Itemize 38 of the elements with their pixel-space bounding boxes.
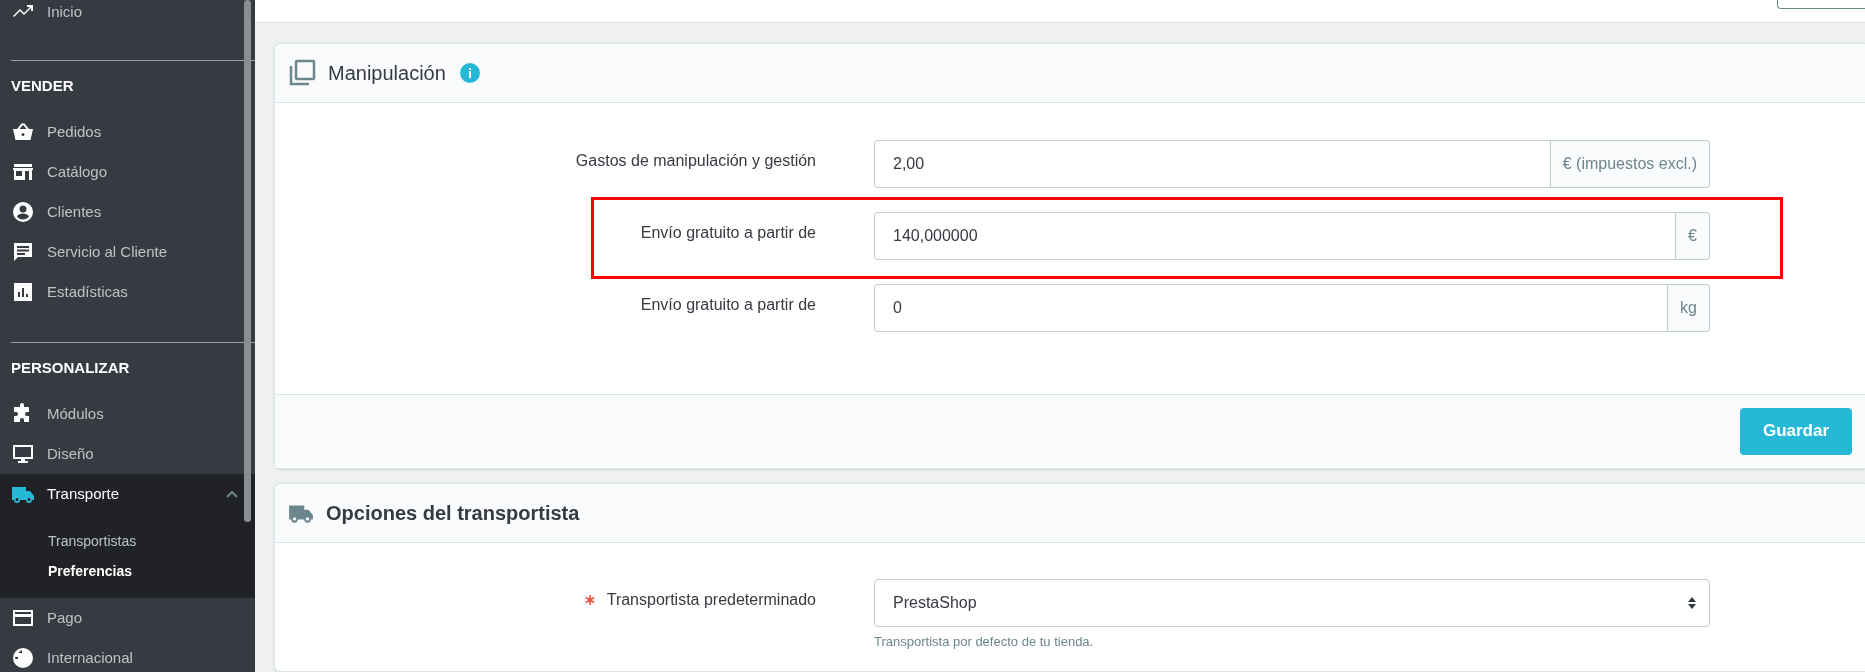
- field-label: Gastos de manipulación y gestión: [575, 150, 816, 171]
- text-input[interactable]: 2,00: [874, 139, 1551, 188]
- text-input[interactable]: 140,000000: [874, 211, 1677, 260]
- scrollbar-thumb[interactable]: [244, 0, 251, 522]
- sidebar-item[interactable]: Internacional: [0, 638, 255, 672]
- sidebar-item[interactable]: Clientes: [0, 192, 255, 232]
- field-label: Transportista predeterminado: [606, 589, 816, 610]
- chat-icon: [11, 240, 35, 264]
- submenu-item[interactable]: Transportistas: [0, 526, 255, 556]
- sort-arrows-icon: [1687, 595, 1697, 610]
- submenu-item[interactable]: Preferencias: [0, 556, 255, 586]
- sidebar-item[interactable]: Módulos: [0, 394, 255, 434]
- carrier-select[interactable]: PrestaShop: [874, 578, 1710, 627]
- field-label: Envío gratuito a partir de: [640, 294, 816, 315]
- monitor-icon: [11, 442, 35, 466]
- sidebar-item[interactable]: Pedidos: [0, 112, 255, 152]
- sidebar-item[interactable]: Catálogo: [0, 152, 255, 192]
- sidebar-item[interactable]: Estadísticas: [0, 272, 255, 312]
- panel-title: Opciones del transportista: [326, 500, 580, 526]
- section-heading: PERSONALIZAR: [10, 358, 131, 379]
- section-heading: VENDER: [10, 76, 75, 97]
- copy-icon: [288, 58, 316, 87]
- help-text: Transportista por defecto de tu tienda.: [874, 632, 1095, 651]
- unit-addon: €: [1676, 211, 1710, 260]
- text-input[interactable]: 0: [874, 283, 1669, 332]
- bar-chart-icon: [11, 280, 35, 304]
- sidebar-item[interactable]: Servicio al Cliente: [0, 232, 255, 272]
- sidebar-item[interactable]: Pago: [0, 598, 255, 638]
- user-icon: [11, 200, 35, 224]
- sidebar-item[interactable]: Diseño: [0, 434, 255, 474]
- sidebar-item[interactable]: Inicio: [0, 0, 255, 32]
- header-button[interactable]: [1777, 0, 1865, 9]
- unit-addon: kg: [1668, 283, 1710, 332]
- info-icon[interactable]: [459, 62, 480, 83]
- panel-title: Manipulación: [328, 60, 446, 86]
- field-label: Envío gratuito a partir de: [640, 222, 816, 243]
- unit-addon: € (impuestos excl.): [1550, 139, 1710, 188]
- sidebar-item[interactable]: Transporte: [0, 474, 255, 514]
